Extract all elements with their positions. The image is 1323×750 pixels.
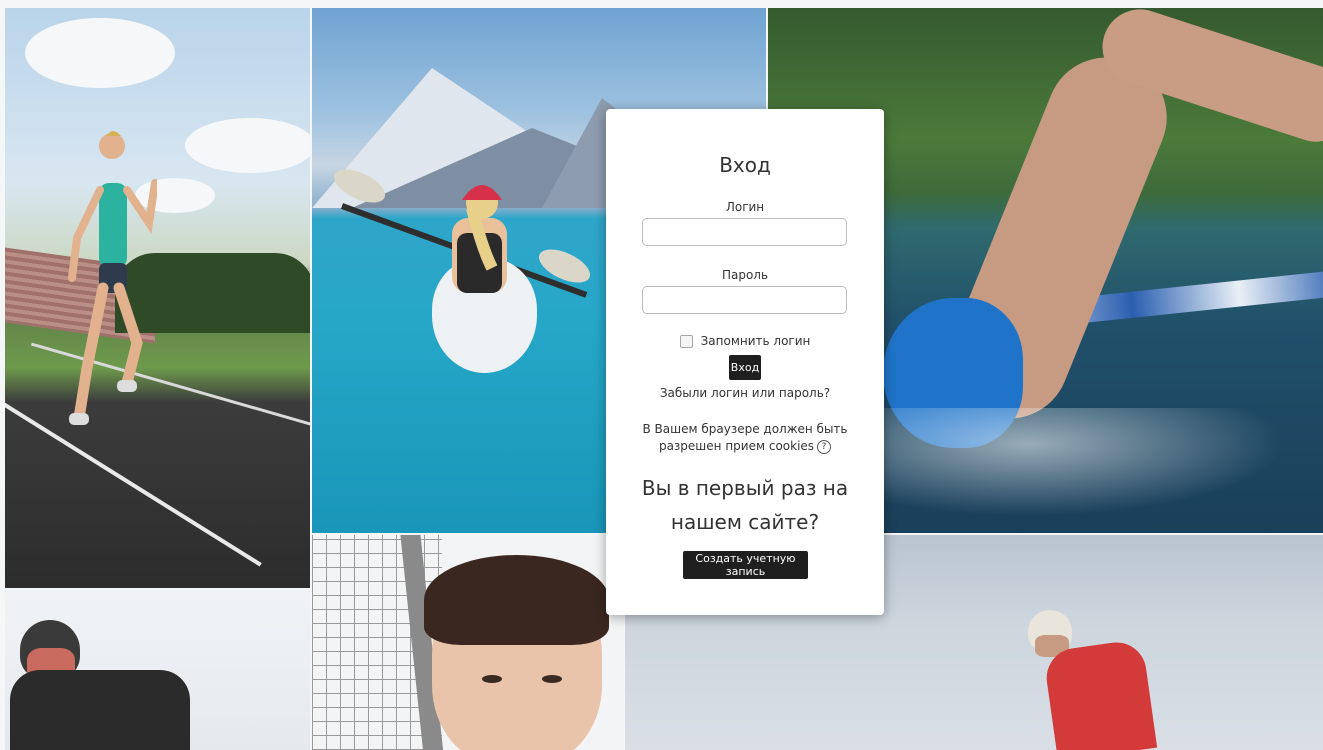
cookies-notice: В Вашем браузере должен быть разрешен пр… — [622, 421, 868, 455]
help-icon[interactable]: ? — [817, 439, 832, 454]
runner-photo — [5, 8, 310, 588]
username-label: Логин — [725, 200, 765, 214]
login-title: Вход — [719, 153, 771, 177]
tennis-player-photo — [312, 535, 624, 750]
remember-label[interactable]: Запомнить логин — [701, 334, 811, 348]
password-input[interactable] — [642, 286, 847, 314]
create-account-button[interactable]: Создать учетную запись — [683, 551, 808, 579]
password-label: Пароль — [721, 268, 769, 282]
remember-row: Запомнить логин — [606, 334, 884, 348]
skier-photo — [5, 590, 310, 750]
forgot-password-link[interactable]: Забыли логин или пароль? — [606, 386, 884, 400]
first-visit-heading: Вы в первый раз на нашем сайте? — [641, 476, 849, 534]
username-input[interactable] — [642, 218, 847, 246]
remember-checkbox[interactable] — [679, 334, 693, 348]
login-panel: Вход Логин Пароль Запомнить логин Вход З… — [606, 109, 884, 615]
login-button[interactable]: Вход — [729, 355, 761, 380]
